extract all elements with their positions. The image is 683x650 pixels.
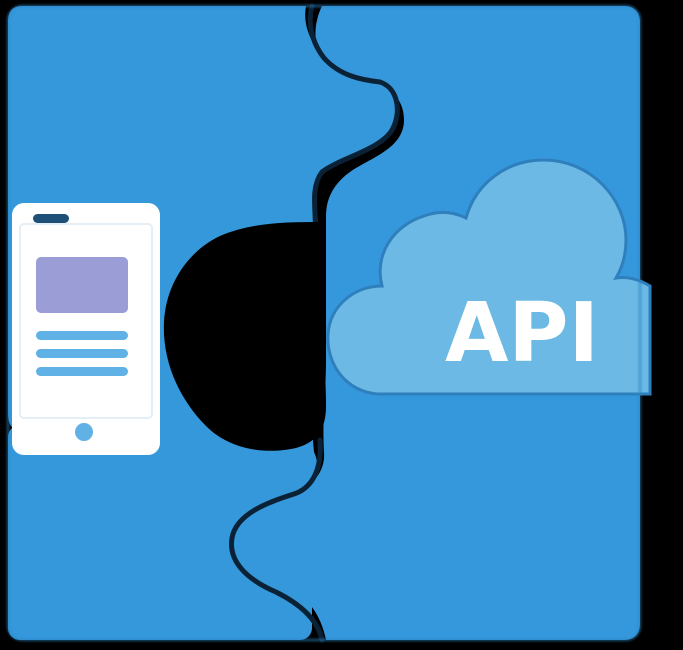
phone-line-1 (36, 331, 128, 340)
phone-line-2 (36, 349, 128, 358)
api-label: API (445, 286, 599, 381)
phone-screen-block (36, 257, 128, 313)
phone-line-3 (36, 367, 128, 376)
api-puzzle-graphic: API (0, 0, 683, 650)
smartphone-icon (12, 203, 160, 455)
phone-home-button (75, 423, 93, 441)
phone-speaker (33, 214, 69, 223)
